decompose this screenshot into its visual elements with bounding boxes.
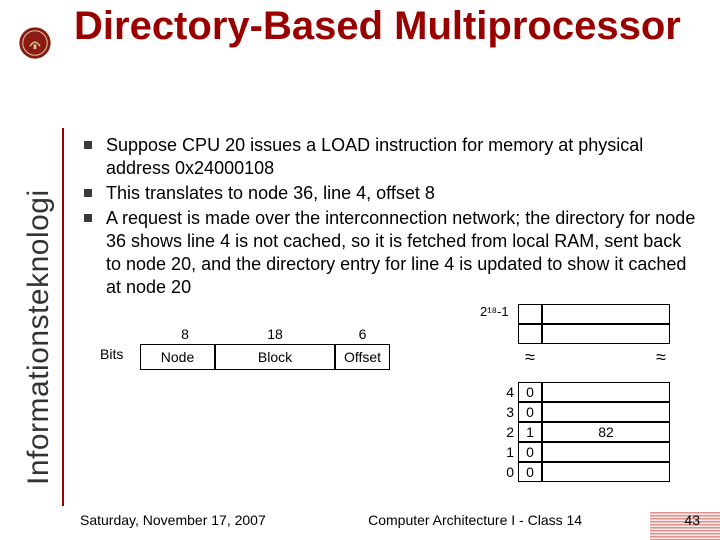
bits-width-node: 8 (155, 326, 215, 342)
directory-index: 3 (498, 404, 514, 420)
addr-field-offset: Offset (335, 344, 390, 370)
directory-index: 4 (498, 384, 514, 400)
directory-valid: 0 (518, 442, 542, 462)
break-mark-icon: ≈ (656, 352, 666, 362)
bullet-item: A request is made over the interconnecti… (80, 207, 700, 299)
bullet-item: This translates to node 36, line 4, offs… (80, 182, 700, 205)
directory-valid-top (518, 304, 542, 324)
bits-label: Bits (100, 346, 123, 362)
directory-valid-top2 (518, 324, 542, 344)
directory-node-top2 (542, 324, 670, 344)
bits-width-block: 18 (215, 326, 335, 342)
directory-valid: 0 (518, 382, 542, 402)
footer-course: Computer Architecture I - Class 14 (368, 512, 582, 528)
diagram: Bits 8 18 6 Node Block Offset 2¹⁸-1 ≈ ≈ … (100, 308, 690, 488)
directory-node (542, 402, 670, 422)
footer-page: 43 (684, 512, 700, 528)
directory-top-label: 2¹⁸-1 (480, 304, 509, 319)
addr-field-node: Node (140, 344, 215, 370)
bullet-item: Suppose CPU 20 issues a LOAD instruction… (80, 134, 700, 180)
break-mark-icon: ≈ (525, 352, 535, 362)
bits-width-offset: 6 (335, 326, 390, 342)
directory-valid: 0 (518, 402, 542, 422)
directory-index: 1 (498, 444, 514, 460)
university-logo (18, 26, 52, 60)
sidebar-label: Informationsteknologi (22, 189, 56, 485)
footer-date: Saturday, November 17, 2007 (80, 512, 266, 528)
directory-valid: 0 (518, 462, 542, 482)
addr-field-block: Block (215, 344, 335, 370)
bullet-list: Suppose CPU 20 issues a LOAD instruction… (80, 134, 700, 301)
directory-node-top (542, 304, 670, 324)
directory-node: 82 (542, 422, 670, 442)
directory-node (542, 462, 670, 482)
divider-vertical (62, 128, 64, 506)
slide: Directory-Based Multiprocessor Informati… (0, 0, 720, 540)
page-title: Directory-Based Multiprocessor (74, 4, 700, 48)
directory-index: 2 (498, 424, 514, 440)
directory-valid: 1 (518, 422, 542, 442)
directory-node (542, 382, 670, 402)
directory-index: 0 (498, 464, 514, 480)
directory-node (542, 442, 670, 462)
footer: Saturday, November 17, 2007 Computer Arc… (80, 512, 700, 528)
